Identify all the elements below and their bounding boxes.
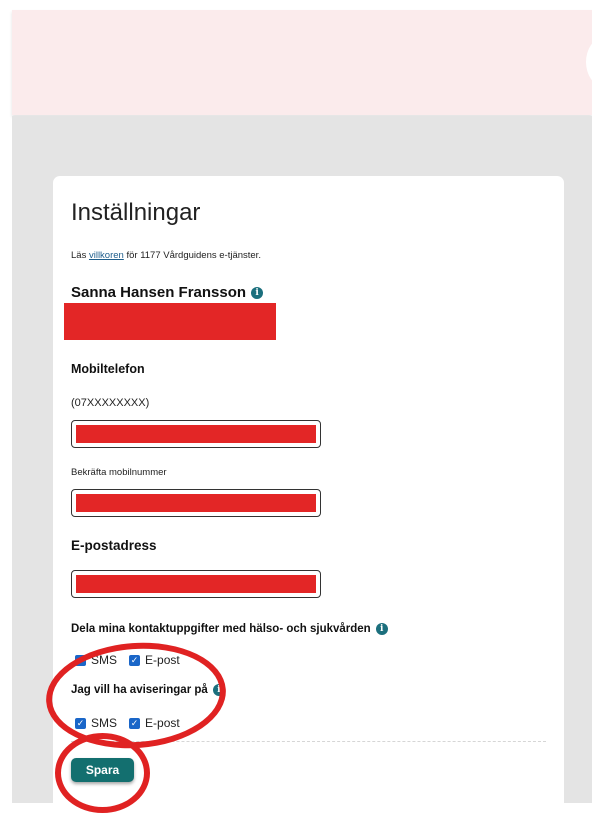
divider	[71, 741, 546, 742]
confirm-mobile-input[interactable]	[71, 489, 321, 517]
save-button[interactable]: Spara	[71, 758, 134, 782]
mobile-label: Mobiltelefon	[71, 362, 145, 376]
notify-options: ✓ SMS ✓ E-post	[75, 716, 180, 730]
terms-prefix: Läs	[71, 250, 89, 261]
user-name: Sanna Hansen Fransson	[71, 284, 247, 301]
notify-sms-label[interactable]: SMS	[91, 716, 117, 730]
notify-label-row: Jag vill ha aviseringar på i	[71, 684, 225, 696]
top-banner	[12, 10, 592, 115]
redacted-personal-number	[64, 303, 276, 340]
share-options: ✓ SMS ✓ E-post	[75, 653, 180, 667]
mobile-input[interactable]	[71, 420, 321, 448]
mobile-format-hint: (07XXXXXXXX)	[71, 397, 150, 409]
user-name-row: Sanna Hansen Fransson i	[71, 284, 264, 301]
terms-suffix: för 1177 Vårdguidens e-tjänster.	[123, 250, 261, 261]
share-email-label[interactable]: E-post	[145, 653, 180, 667]
page-title: Inställningar	[71, 199, 201, 226]
email-label: E-postadress	[71, 538, 157, 553]
info-icon[interactable]: i	[212, 684, 225, 696]
share-contact-label-row: Dela mina kontaktuppgifter med hälso- oc…	[71, 623, 388, 635]
info-icon[interactable]: i	[375, 623, 388, 635]
notify-email-label[interactable]: E-post	[145, 716, 180, 730]
redacted-value	[76, 494, 316, 512]
redacted-value	[76, 425, 316, 443]
notify-label: Jag vill ha aviseringar på	[71, 684, 208, 696]
share-sms-checkbox[interactable]: ✓	[75, 654, 86, 666]
notify-email-checkbox[interactable]: ✓	[129, 717, 141, 729]
share-email-checkbox[interactable]: ✓	[129, 654, 141, 666]
confirm-mobile-label: Bekräfta mobilnummer	[71, 467, 167, 478]
email-input[interactable]	[71, 570, 321, 598]
share-sms-label[interactable]: SMS	[91, 653, 117, 667]
info-icon[interactable]: i	[251, 286, 264, 299]
terms-text: Läs villkoren för 1177 Vårdguidens e-tjä…	[71, 250, 261, 261]
redacted-value	[76, 575, 316, 593]
notify-sms-checkbox[interactable]: ✓	[75, 717, 86, 729]
share-contact-label: Dela mina kontaktuppgifter med hälso- oc…	[71, 623, 371, 635]
terms-link[interactable]: villkoren	[89, 250, 124, 261]
